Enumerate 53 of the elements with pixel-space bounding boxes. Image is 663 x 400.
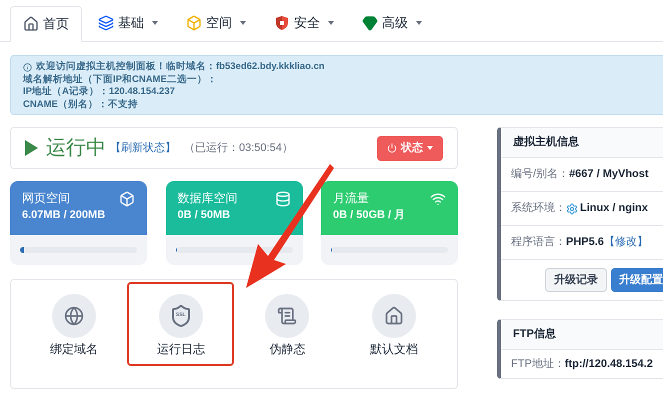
globe-icon — [64, 306, 84, 326]
shield-icon — [274, 15, 290, 31]
nav-tab[interactable]: 高级 — [350, 5, 434, 41]
home-icon — [23, 16, 39, 32]
notice-text: CNAME（别名）：不支持 — [23, 98, 138, 111]
notice-text: 域名解析地址（下面IP和CNAME二选一）： — [23, 74, 217, 86]
card-title: 月流量 — [333, 190, 370, 207]
shortcut-label: 默认文档 — [370, 341, 418, 358]
info-value: ftp://120.48.154.2 — [564, 356, 653, 372]
scroll-icon — [277, 306, 298, 326]
notice-text: 欢迎访问虚拟主机控制面板！临时域名：fb53ed62.bdy.kkkliao.cn — [36, 61, 325, 74]
info-label: 系统环境： — [511, 200, 566, 216]
gear-icon — [566, 202, 578, 214]
status-label: 运行中 — [46, 136, 106, 161]
shortcut-label: 运行日志 — [156, 341, 205, 358]
database-icon — [274, 191, 290, 207]
info-label: FTP地址： — [511, 356, 565, 372]
info-label: 程序语言： — [511, 234, 566, 250]
cube-icon — [119, 191, 135, 207]
panel-title: FTP信息 — [501, 320, 663, 350]
nav-tab[interactable]: 首页 — [10, 6, 82, 42]
info-value: PHP5.6 — [566, 235, 604, 250]
shortcut-item[interactable]: 伪静态 — [234, 294, 341, 364]
gem-icon — [362, 15, 378, 31]
panel-title: 虚拟主机信息 — [501, 128, 663, 158]
card-value: 6.07MB / 200MB — [22, 208, 106, 223]
info-icon — [23, 62, 32, 72]
refresh-link[interactable]: 【刷新状态】 — [110, 140, 176, 156]
nav-tab[interactable]: 基础 — [86, 5, 170, 41]
shortcut-item[interactable]: 绑定域名 — [21, 294, 128, 364]
info-value: Linux / nginx — [580, 201, 648, 216]
shortcut-label: 伪静态 — [269, 341, 306, 358]
nav-tab[interactable]: 安全 — [262, 5, 346, 41]
caret-icon — [427, 146, 433, 150]
upgrade-button[interactable]: 升级记录 — [545, 268, 607, 292]
card-value: 0B / 50MB — [178, 208, 232, 223]
card-title: 网页空间 — [22, 190, 71, 207]
shortcut-label: 绑定域名 — [50, 341, 98, 358]
cube-icon — [186, 15, 202, 31]
nav-tab[interactable]: 空间 — [174, 5, 258, 41]
info-value: #667 / MyVhost — [569, 167, 649, 182]
power-icon — [387, 143, 397, 153]
edit-link[interactable]: 【修改】 — [604, 234, 648, 251]
card-title: 数据库空间 — [178, 190, 238, 207]
notice-text: IP地址（A记录）：120.48.154.237 — [23, 86, 175, 98]
shortcut-item[interactable]: 默认文档 — [340, 294, 447, 364]
wifi-icon — [430, 191, 446, 207]
info-label: 编号/别名： — [511, 167, 570, 182]
house-icon — [384, 306, 404, 326]
card-value: 0B / 50GB / 月 — [333, 208, 406, 223]
upgrade-button[interactable]: 升级配置 — [611, 268, 663, 292]
layers-icon — [98, 15, 114, 31]
uptime-text: （已运行：03:50:54） — [184, 140, 293, 156]
